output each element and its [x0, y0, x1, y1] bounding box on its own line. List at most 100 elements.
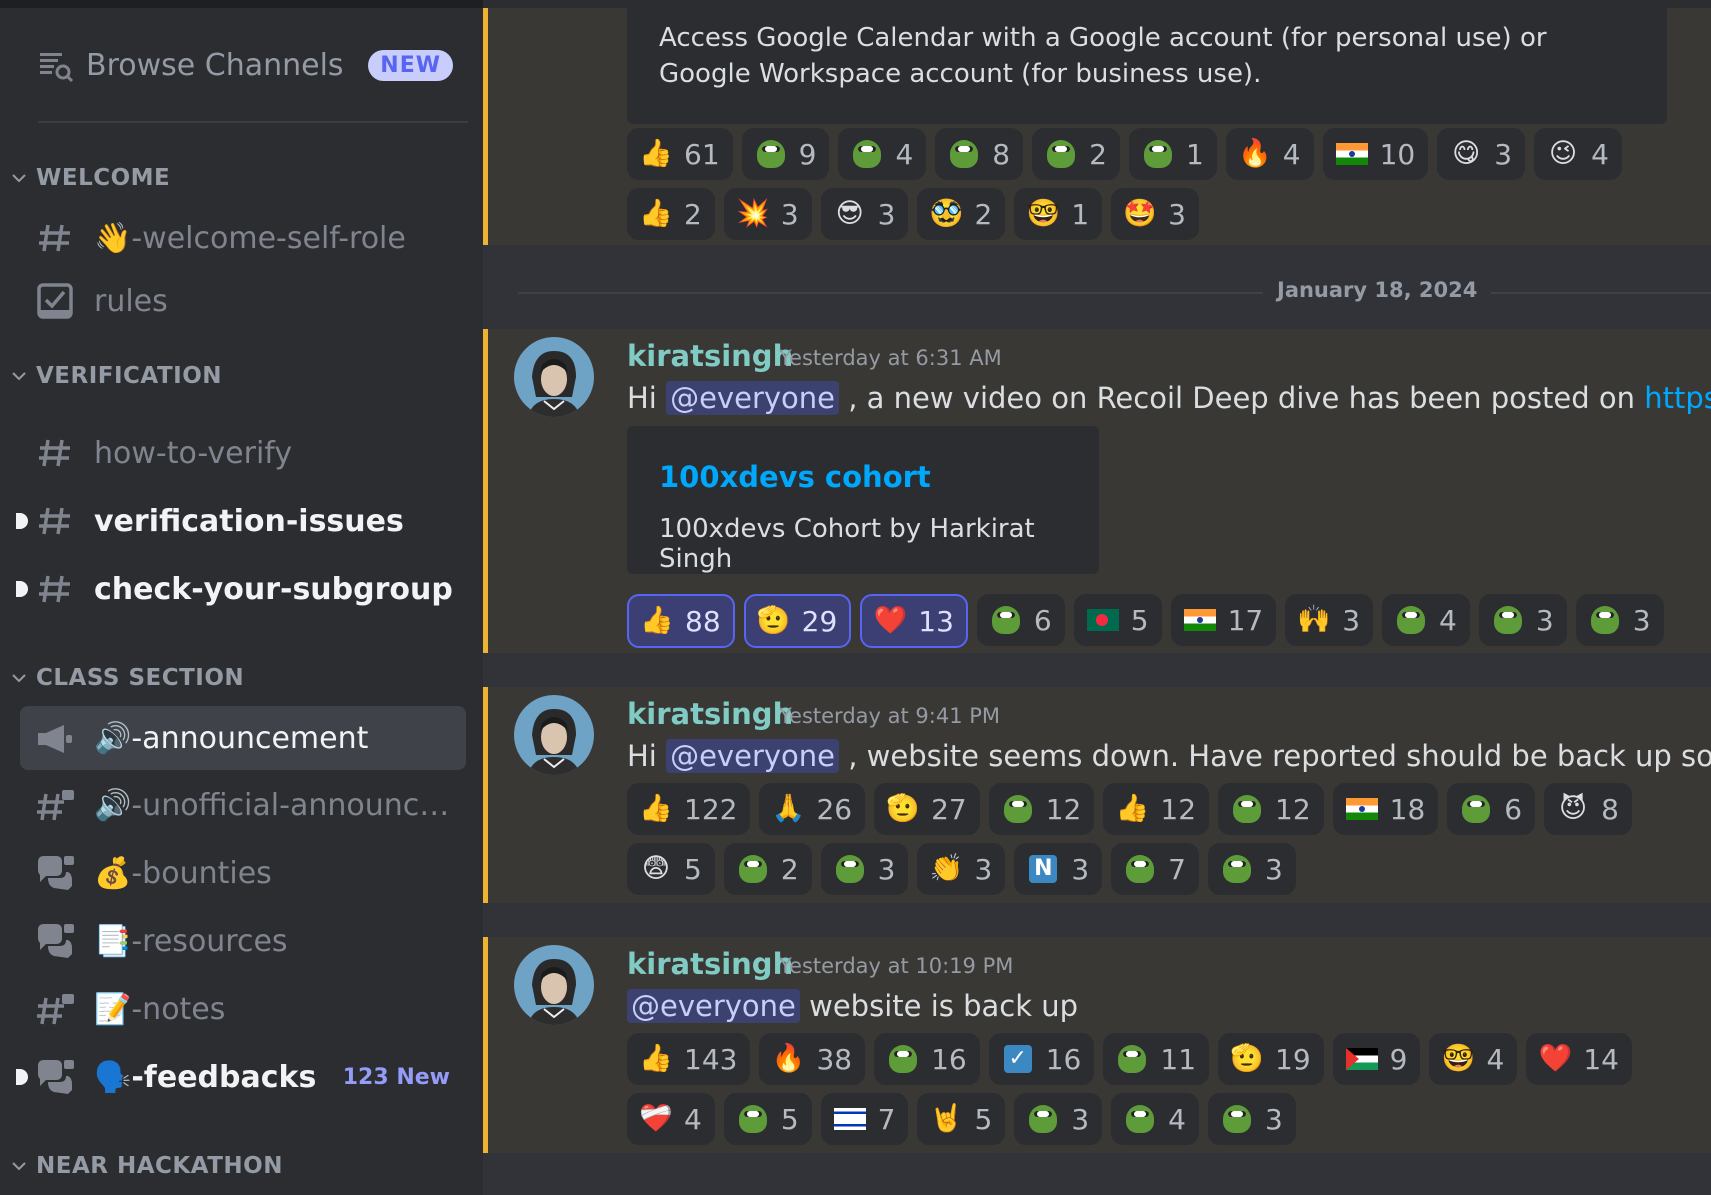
category-near-hackathon[interactable]: NEAR HACKATHON	[10, 1148, 283, 1184]
category-class-section[interactable]: CLASS SECTION	[10, 660, 244, 696]
reaction-button[interactable]: 2	[723, 843, 812, 895]
reaction-button[interactable]: 1	[1128, 128, 1217, 180]
reaction-button[interactable]: 😉 4	[1534, 128, 1622, 180]
reaction-button[interactable]: 3	[1014, 1093, 1103, 1145]
reaction-button[interactable]: 5	[723, 1093, 812, 1145]
sidebar-top-edge	[0, 0, 483, 8]
reaction-row: 👍 88 🫡 29 ❤️ 13 6 5 17 🙌 3 4 3 3	[627, 594, 1664, 648]
message-link[interactable]: https://app	[1644, 381, 1711, 415]
channel-feedbacks[interactable]: 🗣️-feedbacks 123 New	[16, 1047, 466, 1107]
embed-title[interactable]: 100xdevs cohort	[659, 460, 931, 494]
pepe-stare-emoji-icon	[1231, 793, 1263, 825]
reaction-button[interactable]: ❤️ 13	[860, 594, 968, 648]
message-author[interactable]: kiratsingh	[627, 697, 793, 731]
everyone-mention[interactable]: @everyone	[666, 381, 839, 415]
reaction-button[interactable]: 9	[1332, 1033, 1421, 1085]
reaction-button[interactable]: 👍 88	[627, 594, 735, 648]
reaction-button[interactable]: 7	[1111, 843, 1199, 895]
pepe-hat-emoji-icon	[737, 1103, 769, 1135]
reaction-button[interactable]: 👏 3	[917, 843, 1006, 895]
channel-notes[interactable]: 📝-notes	[20, 979, 466, 1039]
reaction-button[interactable]: 💥 3	[723, 188, 812, 240]
reaction-count: 3	[1535, 603, 1554, 637]
message-author[interactable]: kiratsingh	[627, 947, 793, 981]
reaction-button[interactable]: 😈 8	[1544, 783, 1632, 835]
reaction-button[interactable]: 8	[935, 128, 1024, 180]
channel-name: 📝-notes	[94, 991, 226, 1027]
message-timestamp: Yesterday at 10:19 PM	[779, 954, 1014, 978]
reaction-button[interactable]: 2	[1032, 128, 1120, 180]
emoji-icon: 🫡	[756, 605, 791, 636]
reaction-button[interactable]: 6	[1447, 783, 1536, 835]
reaction-button[interactable]: 4	[1382, 594, 1470, 646]
reaction-button[interactable]: 17	[1170, 594, 1277, 646]
reaction-button[interactable]: 😎 3	[820, 188, 909, 240]
reaction-button[interactable]: 🤓 1	[1014, 188, 1103, 240]
reaction-button[interactable]: 7	[820, 1093, 909, 1145]
everyone-mention[interactable]: @everyone	[666, 739, 839, 773]
reaction-button[interactable]: 4	[1111, 1093, 1199, 1145]
reaction-button[interactable]: 5	[1073, 594, 1162, 646]
reaction-button[interactable]: 11	[1103, 1033, 1210, 1085]
reaction-button[interactable]: 👍 2	[627, 188, 715, 240]
reaction-button[interactable]: 🔥 38	[759, 1033, 866, 1085]
reaction-button[interactable]: 😨 5	[627, 843, 715, 895]
message-text: , website seems down. Have reported shou…	[839, 739, 1711, 773]
reaction-button[interactable]: 🥸 2	[917, 188, 1006, 240]
reaction-button[interactable]: 🫡 27	[874, 783, 980, 835]
reaction-button[interactable]: 12	[1218, 783, 1324, 835]
chevron-down-icon	[12, 674, 26, 683]
reaction-count: 3	[1264, 852, 1283, 886]
reaction-button[interactable]: 👍 122	[627, 783, 751, 835]
reaction-button[interactable]: 6	[976, 594, 1065, 646]
channel-how-to-verify[interactable]: how-to-verify	[20, 423, 466, 483]
channel-rules[interactable]: rules	[20, 271, 466, 331]
channel-announcement[interactable]: 🔊-announcement	[20, 706, 466, 770]
reaction-button[interactable]: 3	[1478, 594, 1567, 646]
reaction-button[interactable]: 16	[874, 1033, 980, 1085]
channel-resources[interactable]: 📑-resources	[20, 911, 466, 971]
category-verification[interactable]: VERIFICATION	[10, 358, 222, 394]
reaction-button[interactable]: 10	[1322, 128, 1429, 180]
reaction-button[interactable]: 🤓 4	[1429, 1033, 1518, 1085]
reaction-button[interactable]: 18	[1332, 783, 1439, 835]
reaction-button[interactable]: 12	[988, 783, 1095, 835]
reaction-button[interactable]: 🤩 3	[1111, 188, 1199, 240]
channel-welcome-self-role[interactable]: 👋-welcome-self-role	[20, 208, 466, 268]
reaction-button[interactable]: 🫡 29	[743, 594, 852, 648]
reaction-button[interactable]: 9	[741, 128, 830, 180]
reaction-count: 4	[1591, 137, 1609, 171]
channel-check-your-subgroup[interactable]: check-your-subgroup	[16, 559, 466, 619]
emoji-icon: 😨	[641, 853, 671, 884]
reaction-button[interactable]: 👍 61	[627, 128, 733, 180]
reaction-button[interactable]: 👍 12	[1103, 783, 1210, 835]
reaction-button[interactable]: 3	[820, 843, 909, 895]
reaction-button[interactable]: ❤️‍🩹 4	[627, 1093, 715, 1145]
emoji-icon: 👍	[1115, 793, 1150, 824]
message-author[interactable]: kiratsingh	[627, 339, 793, 373]
channel-verification-issues[interactable]: verification-issues	[16, 491, 466, 551]
embed-description: 100xdevs Cohort by Harkirat Singh	[659, 514, 1035, 574]
reaction-button[interactable]: ✓ 16	[988, 1033, 1095, 1085]
reaction-button[interactable]: 🙌 3	[1285, 594, 1374, 646]
avatar[interactable]	[514, 945, 594, 1025]
reaction-button[interactable]: ❤️ 14	[1526, 1033, 1632, 1085]
avatar[interactable]	[514, 695, 594, 775]
category-welcome[interactable]: WELCOME	[10, 160, 170, 196]
reaction-button[interactable]: N3	[1014, 843, 1103, 895]
reaction-button[interactable]: 3	[1207, 843, 1296, 895]
browse-channels-button[interactable]: Browse Channels NEW	[38, 40, 453, 90]
reaction-button[interactable]: 🙏 26	[759, 783, 866, 835]
channel-bounties[interactable]: 💰-bounties	[20, 843, 466, 903]
reaction-button[interactable]: 3	[1207, 1093, 1296, 1145]
avatar[interactable]	[514, 337, 594, 417]
reaction-button[interactable]: 👍 143	[627, 1033, 751, 1085]
reaction-button[interactable]: 🔥 4	[1225, 128, 1314, 180]
reaction-button[interactable]: 😋 3	[1437, 128, 1526, 180]
channel-unofficial-announcement[interactable]: 🔊-unofficial-announce...	[20, 775, 466, 835]
reaction-button[interactable]: 4	[838, 128, 927, 180]
reaction-button[interactable]: 🫡 19	[1218, 1033, 1324, 1085]
reaction-button[interactable]: 🤘 5	[917, 1093, 1006, 1145]
reaction-button[interactable]: 3	[1575, 594, 1664, 646]
everyone-mention[interactable]: @everyone	[627, 989, 800, 1023]
